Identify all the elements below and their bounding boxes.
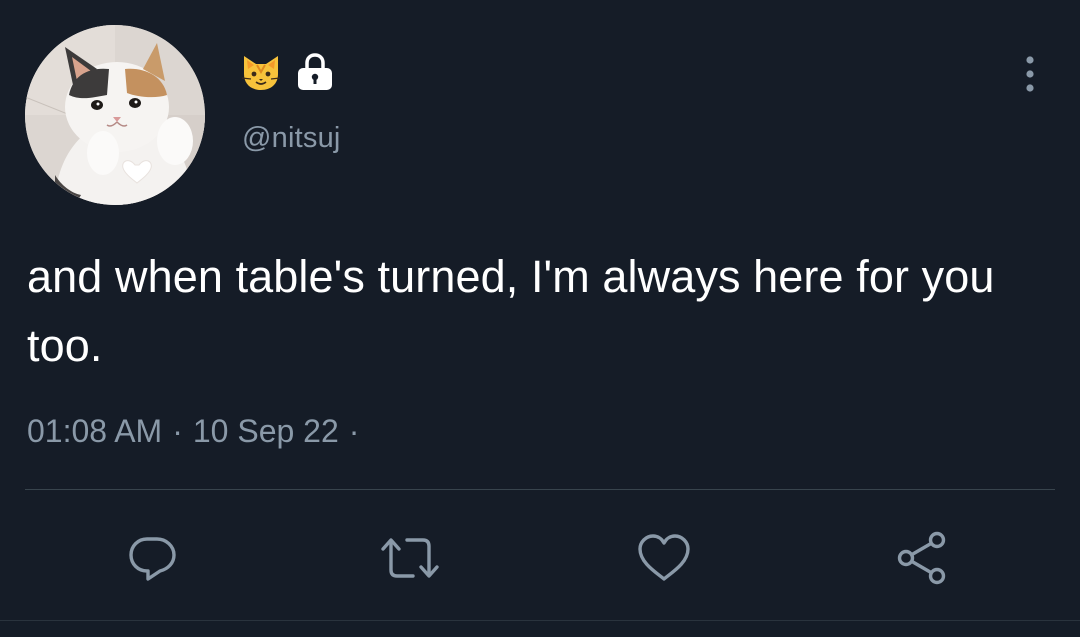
share-button[interactable] — [892, 528, 952, 588]
cat-face-icon — [241, 56, 281, 90]
avatar[interactable] — [25, 25, 205, 205]
tweet-date: 10 Sep 22 — [192, 413, 339, 449]
tweet-metadata: 01:08 AM · 10 Sep 22 · — [27, 413, 369, 450]
retweet-button[interactable] — [380, 528, 440, 588]
tweet: @nitsuj and when table's turned, I'm alw… — [0, 0, 1080, 637]
avatar-cat-image — [25, 25, 205, 205]
display-name-row[interactable] — [240, 52, 334, 92]
share-icon — [897, 531, 946, 585]
tweet-actions — [0, 528, 1080, 588]
meta-separator-trailing: · — [348, 413, 360, 449]
retweet-icon — [381, 538, 439, 578]
meta-separator: · — [172, 413, 183, 449]
lock-icon — [298, 53, 332, 90]
reply-icon — [129, 537, 176, 581]
more-options-icon[interactable] — [1018, 54, 1042, 94]
like-icon — [638, 534, 690, 581]
like-button[interactable] — [634, 528, 694, 588]
reply-button[interactable] — [122, 528, 182, 588]
user-handle[interactable]: @nitsuj — [242, 122, 341, 155]
bottom-divider — [0, 620, 1080, 621]
tweet-time: 01:08 AM — [27, 413, 163, 449]
tweet-text: and when table's turned, I'm always here… — [27, 251, 995, 371]
divider — [25, 489, 1055, 490]
